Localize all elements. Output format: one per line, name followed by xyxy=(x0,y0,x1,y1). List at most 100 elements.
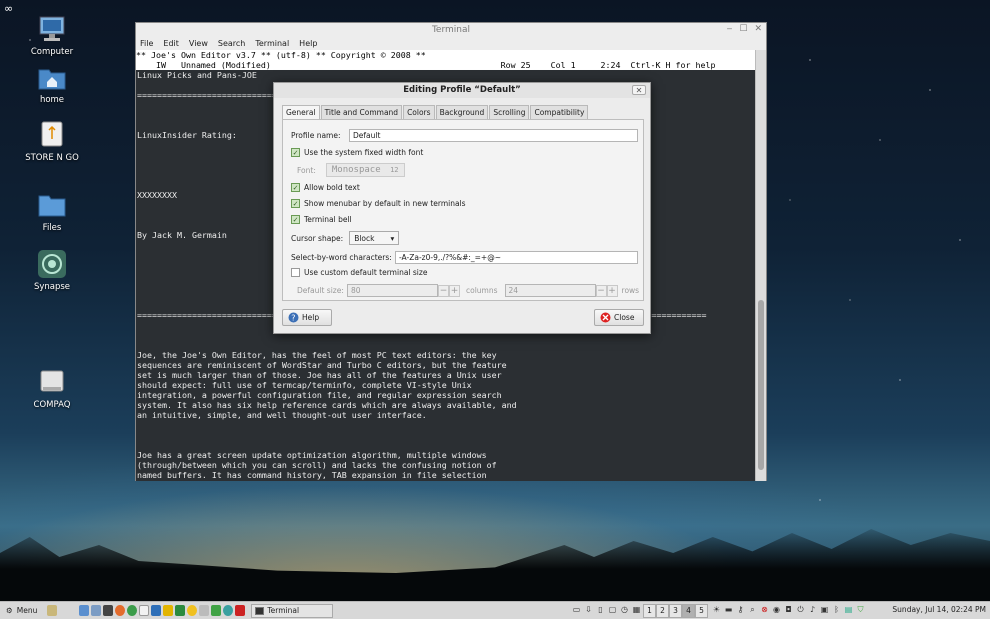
search-icon[interactable]: ⌕ xyxy=(748,605,757,615)
workspace-2[interactable]: 2 xyxy=(656,604,669,618)
grid-icon[interactable]: ▦ xyxy=(632,605,641,615)
spreadsheet-launcher-icon[interactable] xyxy=(175,605,186,616)
volume-icon[interactable]: ♪ xyxy=(808,605,817,615)
chrome-launcher-icon[interactable] xyxy=(127,605,138,616)
close-circle-icon xyxy=(600,312,611,323)
brightness-icon[interactable]: ☀ xyxy=(712,605,721,615)
select-by-word-input[interactable]: -A-Za-z0-9,./?%&#:_=+@~ xyxy=(395,251,638,264)
chevron-down-icon: ▾ xyxy=(390,233,395,243)
power-icon[interactable]: ⏻ xyxy=(796,605,805,615)
network-icon[interactable]: ▤ xyxy=(844,605,853,615)
tab-general[interactable]: General xyxy=(282,105,320,120)
taskbar-terminal-button[interactable]: Terminal xyxy=(251,603,334,618)
terminal-bell-row[interactable]: ✓ Terminal bell xyxy=(291,215,352,224)
menu-terminal[interactable]: Terminal xyxy=(255,39,289,48)
custom-size-checkbox[interactable]: ✓ xyxy=(291,268,300,277)
close-icon[interactable]: ✕ xyxy=(754,24,762,34)
desktop-icon-computer[interactable]: Computer xyxy=(12,14,92,57)
cursor-shape-select[interactable]: Block ▾ xyxy=(349,231,400,245)
writer-launcher-icon[interactable] xyxy=(151,605,162,616)
tab-scrolling[interactable]: Scrolling xyxy=(489,105,530,120)
desktop-icon-store-n-go[interactable]: STORE N GO xyxy=(12,120,92,163)
cursor-shape-row: Cursor shape: Block ▾ xyxy=(291,231,400,245)
allow-bold-checkbox[interactable]: ✓ xyxy=(291,183,300,192)
app-launcher-icon[interactable] xyxy=(199,605,210,616)
show-menubar-row[interactable]: ✓ Show menubar by default in new termina… xyxy=(291,199,466,208)
workspace-4[interactable]: 4 xyxy=(682,604,695,618)
desktop-icon-synapse[interactable]: Synapse xyxy=(12,249,92,292)
taskbar: ⚙ Menu Terminal ▭ ⇩ ▯ ▢ ◷ ▦ 1 2 3 4 5 ☀ … xyxy=(0,601,990,619)
use-system-font-label: Use the system fixed width font xyxy=(304,148,424,157)
app-launcher-icon[interactable] xyxy=(223,605,234,616)
terminal-launcher-icon[interactable] xyxy=(103,605,114,616)
font-label: Font: xyxy=(297,165,316,175)
scrollbar-thumb[interactable] xyxy=(758,300,764,470)
system-tray: ☀ ▬ ⚷ ⌕ ⊗ ◉ ◘ ⏻ ♪ ▣ ᛒ ▤ ⛉ xyxy=(712,605,865,615)
clock[interactable]: Sunday, Jul 14, 02:24 PM xyxy=(892,605,986,614)
app-launcher-icon[interactable] xyxy=(211,605,222,616)
folder-icon[interactable]: ▬ xyxy=(724,605,733,615)
columns-input: 80 xyxy=(347,284,438,297)
app-launcher-icon[interactable] xyxy=(187,605,198,616)
shield-icon[interactable]: ⛉ xyxy=(856,605,865,615)
profile-name-input[interactable]: Default xyxy=(349,129,638,142)
firefox-launcher-icon[interactable] xyxy=(115,605,126,616)
update-icon[interactable]: ⇩ xyxy=(584,605,593,615)
terminal-bell-checkbox[interactable]: ✓ xyxy=(291,215,300,224)
menu-view[interactable]: View xyxy=(189,39,208,48)
document-launcher-icon[interactable] xyxy=(139,605,150,616)
use-system-font-row[interactable]: ✓ Use the system fixed width font xyxy=(291,148,423,157)
terminal-titlebar[interactable]: Terminal ‒ ☐ ✕ xyxy=(136,23,766,37)
show-desktop-icon[interactable] xyxy=(47,605,58,616)
columns-spinner: 80 − + xyxy=(347,284,460,297)
terminal-menubar: File Edit View Search Terminal Help xyxy=(136,37,766,50)
lock-icon[interactable]: ▣ xyxy=(820,605,829,615)
close-button[interactable]: Close xyxy=(594,309,644,326)
terminal-scrollbar[interactable] xyxy=(755,50,766,481)
tab-compatibility[interactable]: Compatibility xyxy=(530,105,589,120)
tab-colors[interactable]: Colors xyxy=(403,105,435,120)
allow-bold-row[interactable]: ✓ Allow bold text xyxy=(291,183,360,192)
app-launcher-icon[interactable] xyxy=(91,605,102,616)
no-entry-icon[interactable]: ⊗ xyxy=(760,605,769,615)
key-icon[interactable]: ⚷ xyxy=(736,605,745,615)
desktop-icon-files[interactable]: Files xyxy=(12,190,92,233)
workspace-1[interactable]: 1 xyxy=(643,604,656,618)
dialog-titlebar[interactable]: Editing Profile “Default” ✕ xyxy=(274,83,650,98)
desktop-icon-label: COMPAQ xyxy=(33,400,71,410)
minimize-icon[interactable]: ‒ xyxy=(727,24,733,34)
workspace-5[interactable]: 5 xyxy=(695,604,708,618)
clock-icon[interactable]: ◷ xyxy=(620,605,629,615)
help-button[interactable]: ? Help xyxy=(282,309,332,326)
tab-title-and-command[interactable]: Title and Command xyxy=(320,105,403,120)
files-launcher-icon[interactable] xyxy=(79,605,90,616)
workspace-switcher: 1 2 3 4 5 xyxy=(643,604,708,618)
monitor-icon[interactable]: ▭ xyxy=(572,605,581,615)
menu-file[interactable]: File xyxy=(140,39,153,48)
camera-icon[interactable]: ◘ xyxy=(784,605,793,615)
synapse-icon xyxy=(37,249,67,279)
tab-background[interactable]: Background xyxy=(435,105,489,120)
system-tray-left: ▭ ⇩ ▯ ▢ ◷ ▦ xyxy=(572,605,641,615)
show-menubar-checkbox[interactable]: ✓ xyxy=(291,199,300,208)
notes-launcher-icon[interactable] xyxy=(163,605,174,616)
desktop-icon-home[interactable]: home xyxy=(12,62,92,105)
dialog-close-icon[interactable]: ✕ xyxy=(632,85,646,95)
cursor-shape-label: Cursor shape: xyxy=(291,233,344,243)
start-menu-button[interactable]: ⚙ Menu xyxy=(0,606,43,615)
menu-help[interactable]: Help xyxy=(299,39,317,48)
app-launcher-icon[interactable] xyxy=(235,605,246,616)
workspace-3[interactable]: 3 xyxy=(669,604,682,618)
menu-edit[interactable]: Edit xyxy=(163,39,179,48)
bluetooth-icon[interactable]: ᛒ xyxy=(832,605,841,615)
custom-size-row[interactable]: ✓ Use custom default terminal size xyxy=(291,268,427,277)
menu-search[interactable]: Search xyxy=(218,39,245,48)
monitor-icon xyxy=(37,14,67,44)
screenshot-icon[interactable]: ◉ xyxy=(772,605,781,615)
desktop-icon-compaq[interactable]: COMPAQ xyxy=(12,367,92,410)
maximize-icon[interactable]: ☐ xyxy=(739,24,747,34)
taskbar-terminal-label: Terminal xyxy=(267,606,300,615)
display-icon[interactable]: ▢ xyxy=(608,605,617,615)
use-system-font-checkbox[interactable]: ✓ xyxy=(291,148,300,157)
trash-icon[interactable]: ▯ xyxy=(596,605,605,615)
